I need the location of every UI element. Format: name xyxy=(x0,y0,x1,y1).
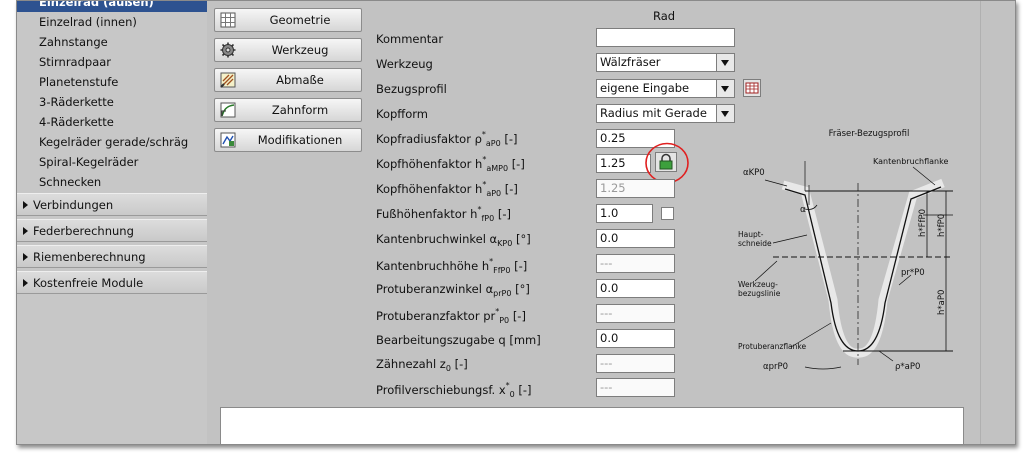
sidebar-item-einzelrad-aussen[interactable]: Einzelrad (außen) xyxy=(17,1,207,12)
sidebar-item-3-raederkette[interactable]: 3-Räderkette xyxy=(17,92,207,112)
table-edit-icon[interactable] xyxy=(743,79,761,97)
protuberanzfaktor-field[interactable]: --- xyxy=(596,304,675,323)
kopfhoehenfaktor-amp-label: Kopfhöhenfaktor h*aMP0 [-] xyxy=(376,155,525,173)
chevron-down-icon[interactable] xyxy=(716,105,734,122)
sidebar-group-kostenfreie-module[interactable]: Kostenfreie Module xyxy=(17,271,207,294)
reference-profile-diagram: Fräser-Bezugsprofil Kantenbruchflanke αK… xyxy=(738,129,953,372)
werkzeug-select[interactable]: Wälzfräser xyxy=(596,53,735,72)
notes-area[interactable] xyxy=(220,407,964,444)
button-label: Abmaße xyxy=(276,73,324,87)
label-protuberanzflanke: Protuberanzflanke xyxy=(738,342,806,351)
bezugsprofil-select[interactable]: eigene Eingabe xyxy=(596,79,735,98)
sidebar-item-4-raederkette[interactable]: 4-Räderkette xyxy=(17,112,207,132)
bezugsprofil-label: Bezugsprofil xyxy=(376,82,447,96)
kopfradiusfaktor-label: Kopfradiusfaktor ρ*aP0 [-] xyxy=(376,130,518,148)
label-alpha-kp0: αKP0 xyxy=(743,168,765,178)
chevron-down-icon[interactable] xyxy=(716,54,734,71)
kantenbruchwinkel-field[interactable]: 0.0 xyxy=(596,229,675,248)
grid-icon xyxy=(220,12,236,28)
kantenbruchwinkel-label: Kantenbruchwinkel αKP0 [°] xyxy=(376,232,531,248)
zahnform-button[interactable]: Zahnform xyxy=(214,98,362,122)
zaehnezahl-field[interactable]: --- xyxy=(596,354,675,373)
expand-arrow-icon xyxy=(23,201,28,209)
sidebar-group-label: Federberechnung xyxy=(33,224,134,238)
geometrie-button[interactable]: Geometrie xyxy=(214,8,362,32)
kommentar-field[interactable] xyxy=(596,28,735,47)
sidebar-group-federberechnung[interactable]: Federberechnung xyxy=(17,219,207,242)
sidebar-item-spiral-kegelraeder[interactable]: Spiral-Kegelräder xyxy=(17,152,207,172)
diagram-title: Fräser-Bezugsprofil xyxy=(829,129,910,139)
protuberanzfaktor-label: Protuberanzfaktor pr*P0 [-] xyxy=(376,307,526,325)
label-werkzeugbezugslinie: Werkzeug-bezugslinie xyxy=(738,280,781,298)
profilverschiebung-field[interactable]: --- xyxy=(596,378,675,397)
label-h-ap0: h*aP0 xyxy=(937,290,947,315)
sidebar-item-zahnstange[interactable]: Zahnstange xyxy=(17,32,207,52)
button-label: Zahnform xyxy=(271,103,329,117)
protuberanzwinkel-field[interactable]: 0.0 xyxy=(596,279,675,298)
fusshoehenfaktor-checkbox[interactable] xyxy=(661,207,674,220)
sidebar-item-kegelraeder[interactable]: Kegelräder gerade/schräg xyxy=(17,132,207,152)
sidebar-item-stirnradpaar[interactable]: Stirnradpaar xyxy=(17,52,207,72)
label-hauptschneide: Haupt-schneide xyxy=(738,230,772,248)
select-value: Radius mit Gerade xyxy=(600,106,707,120)
button-label: Modifikationen xyxy=(257,133,343,147)
select-value: Wälzfräser xyxy=(600,55,661,69)
button-label: Geometrie xyxy=(269,13,331,27)
chevron-down-icon[interactable] xyxy=(716,80,734,97)
kopfhoehenfaktor-amp-field[interactable]: 1.25 xyxy=(596,154,651,173)
button-label: Werkzeug xyxy=(271,43,329,57)
kopfform-label: Kopfform xyxy=(376,107,428,121)
fusshoehenfaktor-label: Fußhöhenfaktor h*fP0 [-] xyxy=(376,205,511,223)
werkzeug-label: Werkzeug xyxy=(376,57,433,71)
sidebar-item-planetenstufe[interactable]: Planetenstufe xyxy=(17,72,207,92)
modification-icon xyxy=(220,132,236,148)
app-window: Einzelrad (außen) Einzelrad (innen) Zahn… xyxy=(16,0,1016,445)
section-title: Rad xyxy=(653,9,676,23)
sidebar-item-schnecken[interactable]: Schnecken xyxy=(17,172,207,192)
expand-arrow-icon xyxy=(23,253,28,261)
label-h-fp0: h*fP0 xyxy=(937,214,947,237)
expand-arrow-icon xyxy=(23,279,28,287)
bearbeitungszugabe-label: Bearbeitungszugabe q [mm] xyxy=(376,333,541,347)
sidebar-item-einzelrad-innen[interactable]: Einzelrad (innen) xyxy=(17,12,207,32)
sidebar-group-riemenberechnung[interactable]: Riemenberechnung xyxy=(17,245,207,268)
kopfform-select[interactable]: Radius mit Gerade xyxy=(596,104,735,123)
kommentar-label: Kommentar xyxy=(376,32,444,46)
sidebar-group-verbindungen[interactable]: Verbindungen xyxy=(17,193,207,216)
modifikationen-button[interactable]: Modifikationen xyxy=(214,128,362,152)
sidebar-group-label: Verbindungen xyxy=(33,198,114,212)
bearbeitungszugabe-field[interactable]: 0.0 xyxy=(596,329,675,348)
module-sidebar: Einzelrad (außen) Einzelrad (innen) Zahn… xyxy=(17,1,207,444)
fusshoehenfaktor-field[interactable]: 1.0 xyxy=(596,204,653,223)
zaehnezahl-label: Zähnezahl z0 [-] xyxy=(376,357,468,373)
sidebar-group-label: Kostenfreie Module xyxy=(33,276,144,290)
werkzeug-button[interactable]: Werkzeug xyxy=(214,38,362,62)
abmasse-button[interactable]: Abmaße xyxy=(214,68,362,92)
kopfhoehenfaktor-ap-field[interactable]: 1.25 xyxy=(596,179,675,198)
label-pr-p0: pr*P0 xyxy=(901,268,925,278)
main-panel: Geometrie Werkzeug Abmaße Zahnform Modif… xyxy=(208,1,980,444)
right-border-strip xyxy=(980,1,1015,444)
label-h-ffp0: h*FfP0 xyxy=(918,209,928,237)
profilverschiebung-label: Profilverschiebungsf. x*0 [-] xyxy=(376,381,532,399)
protuberanzwinkel-label: Protuberanzwinkel αprP0 [°] xyxy=(376,282,530,298)
kantenbruchhoehe-label: Kantenbruchhöhe h*FfP0 [-] xyxy=(376,257,528,275)
label-kantenbruchflanke: Kantenbruchflanke xyxy=(873,157,948,166)
expand-arrow-icon xyxy=(23,227,28,235)
sidebar-group-label: Riemenberechnung xyxy=(33,250,146,264)
label-rho-ap0: ρ*aP0 xyxy=(895,362,920,372)
gear-tool-icon xyxy=(220,42,236,58)
measure-icon xyxy=(220,72,236,88)
kopfhoehenfaktor-ap-label: Kopfhöhenfaktor h*aP0 [-] xyxy=(376,180,518,198)
tooth-shape-icon xyxy=(220,102,236,118)
label-alpha-prp0: αprP0 xyxy=(763,362,788,372)
kantenbruchhoehe-field[interactable]: --- xyxy=(596,254,675,273)
label-alpha: α xyxy=(800,205,806,215)
select-value: eigene Eingabe xyxy=(600,81,690,95)
